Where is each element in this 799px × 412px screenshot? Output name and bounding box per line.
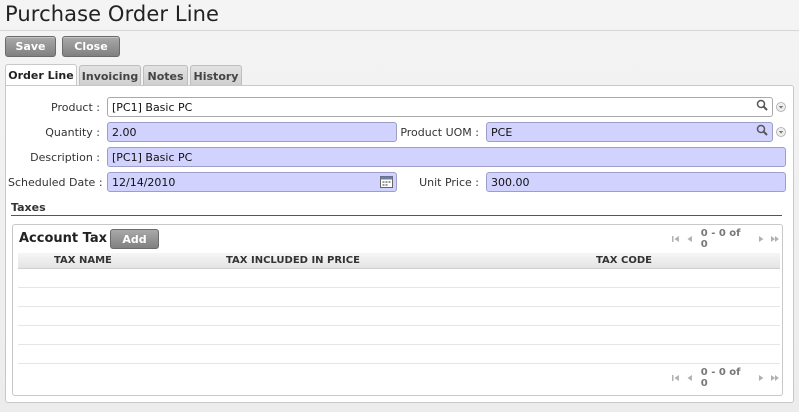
next-page-icon[interactable] bbox=[756, 373, 766, 383]
title-divider bbox=[0, 30, 799, 31]
prev-page-icon[interactable] bbox=[685, 234, 695, 244]
tab-history[interactable]: History bbox=[190, 65, 242, 86]
uom-dropdown-arrow-icon[interactable] bbox=[776, 127, 786, 137]
description-label: Description : bbox=[30, 151, 100, 164]
unit-price-label: Unit Price : bbox=[419, 176, 479, 189]
prev-page-icon[interactable] bbox=[685, 373, 695, 383]
tab-invoicing[interactable]: Invoicing bbox=[79, 65, 141, 86]
empty-row-divider bbox=[18, 344, 780, 345]
empty-row-divider bbox=[18, 306, 780, 307]
product-uom-label: Product UOM : bbox=[400, 126, 479, 139]
first-page-icon[interactable] bbox=[671, 234, 681, 244]
bottom-pager: 0 - 0 of 0 bbox=[669, 367, 782, 389]
next-page-icon[interactable] bbox=[756, 234, 766, 244]
add-tax-button[interactable]: Add bbox=[110, 229, 159, 249]
first-page-icon[interactable] bbox=[671, 373, 681, 383]
empty-row-divider bbox=[18, 363, 780, 364]
grid-header: TAX NAME TAX INCLUDED IN PRICE TAX CODE bbox=[18, 253, 780, 269]
tab-notes[interactable]: Notes bbox=[143, 65, 188, 86]
top-pager: 0 - 0 of 0 bbox=[669, 228, 782, 250]
calendar-icon[interactable] bbox=[380, 176, 393, 188]
column-header-tax-code[interactable]: TAX CODE bbox=[596, 255, 652, 266]
quantity-field[interactable]: 2.00 bbox=[107, 122, 397, 142]
product-field[interactable]: [PC1] Basic PC bbox=[107, 97, 773, 117]
product-dropdown-arrow-icon[interactable] bbox=[776, 102, 786, 112]
tab-order-line[interactable]: Order Line bbox=[5, 64, 77, 86]
description-field[interactable]: [PC1] Basic PC bbox=[107, 147, 786, 167]
scheduled-date-field[interactable]: 12/14/2010 bbox=[107, 172, 397, 192]
taxes-section-divider bbox=[11, 215, 782, 216]
product-label: Product : bbox=[51, 101, 100, 114]
pager-text: 0 - 0 of 0 bbox=[700, 228, 741, 250]
uom-search-icon[interactable] bbox=[756, 124, 768, 136]
unit-price-field[interactable]: 300.00 bbox=[486, 172, 786, 192]
pager-text: 0 - 0 of 0 bbox=[700, 367, 741, 389]
column-header-tax-included[interactable]: TAX INCLUDED IN PRICE bbox=[226, 255, 360, 266]
save-button[interactable]: Save bbox=[5, 36, 56, 57]
taxes-section-label: Taxes bbox=[11, 201, 46, 214]
column-header-tax-name[interactable]: TAX NAME bbox=[54, 255, 112, 266]
close-button[interactable]: Close bbox=[62, 36, 120, 57]
last-page-icon[interactable] bbox=[770, 234, 780, 244]
product-search-icon[interactable] bbox=[756, 99, 768, 111]
empty-row-divider bbox=[18, 325, 780, 326]
page-title: Purchase Order Line bbox=[5, 2, 220, 26]
product-uom-field[interactable]: PCE bbox=[486, 122, 773, 142]
last-page-icon[interactable] bbox=[770, 373, 780, 383]
quantity-label: Quantity : bbox=[45, 126, 100, 139]
scheduled-date-label: Scheduled Date : bbox=[8, 176, 103, 189]
account-tax-grid: Account Tax Add 0 - 0 of 0 TAX NAME TAX … bbox=[12, 224, 783, 396]
grid-title: Account Tax bbox=[19, 231, 108, 246]
empty-row-divider bbox=[18, 287, 780, 288]
